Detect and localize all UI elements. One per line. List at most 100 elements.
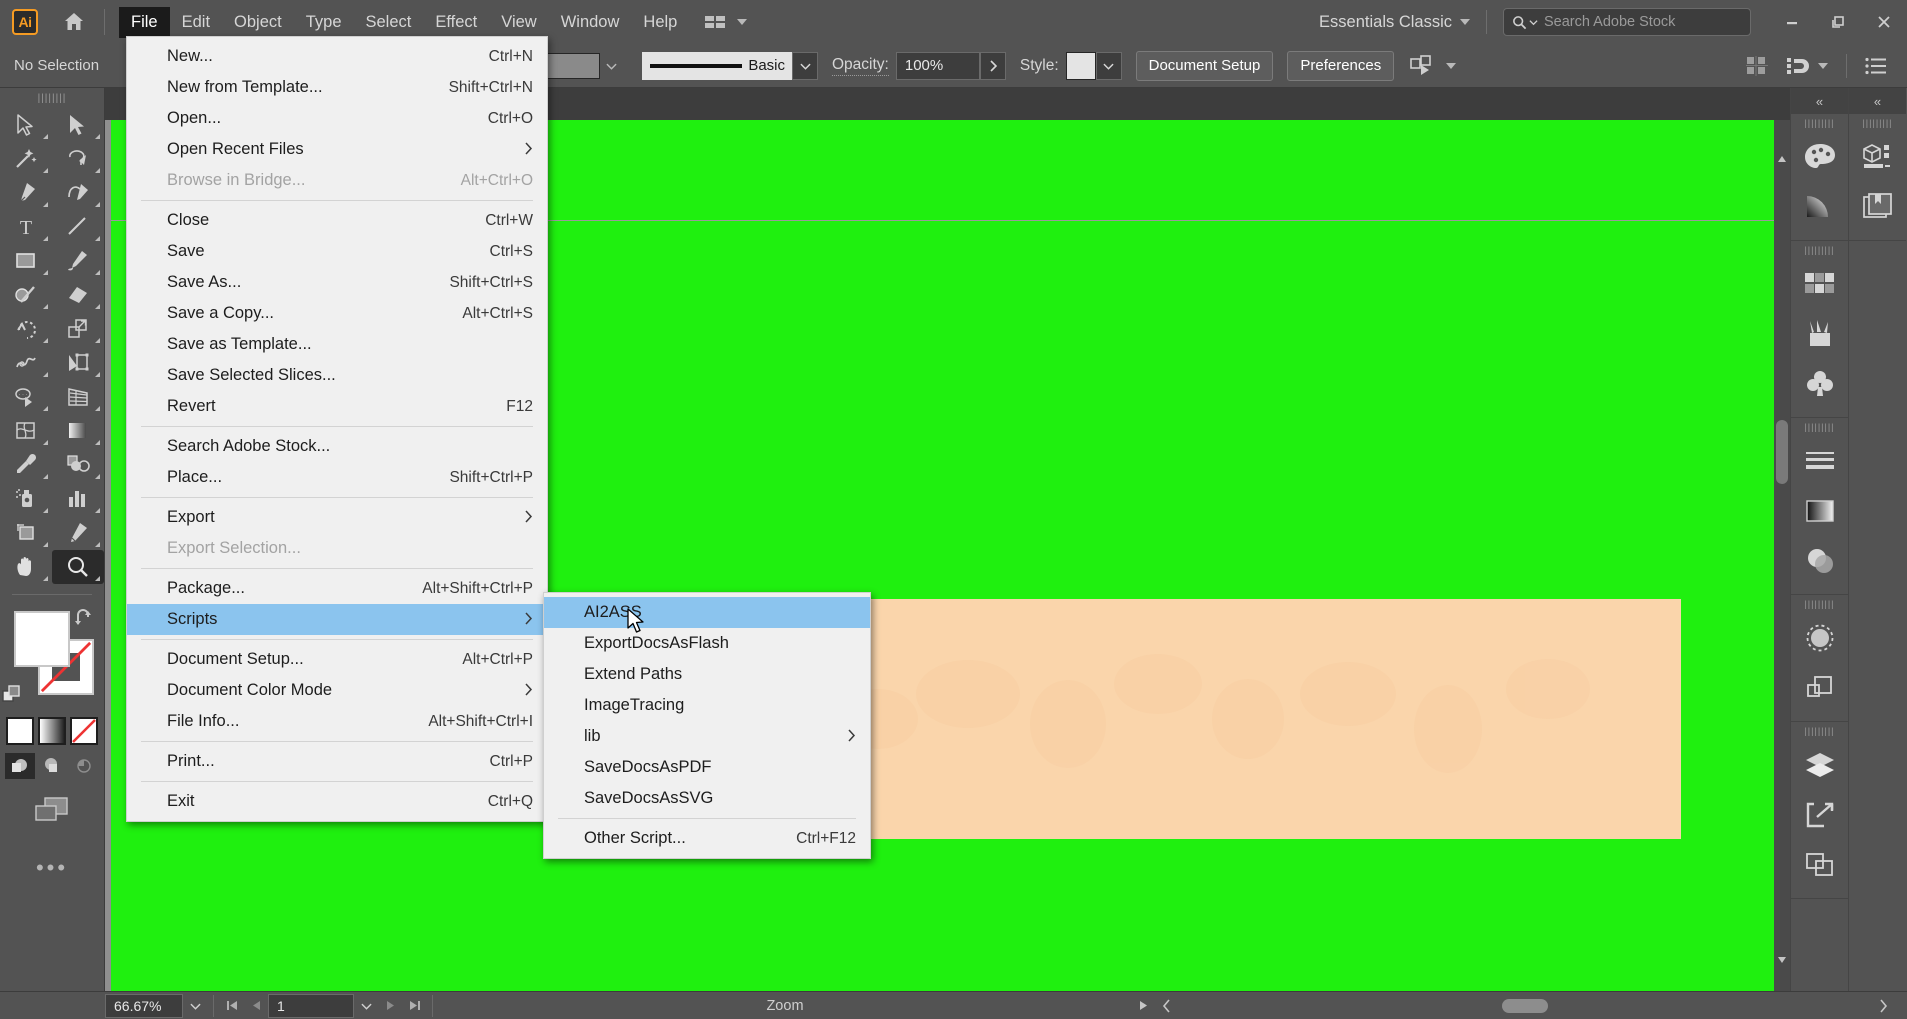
canvas-vertical-scrollbar[interactable] [1774,120,1790,991]
magic-wand-tool[interactable] [0,142,52,176]
width-tool[interactable] [0,346,52,380]
gradient-panel-icon[interactable] [1791,486,1848,536]
menu-item-export[interactable]: Export [127,502,547,533]
menu-item-imagetracing[interactable]: ImageTracing [544,690,870,721]
menu-item-savedocsassvg[interactable]: SaveDocsAsSVG [544,783,870,814]
menu-view[interactable]: View [489,7,548,38]
curvature-tool[interactable] [52,176,104,210]
minimize-button[interactable] [1769,5,1815,39]
links-panel-icon[interactable] [1791,840,1848,890]
menu-item-document-color-mode[interactable]: Document Color Mode [127,675,547,706]
menu-item-scripts[interactable]: Scripts [127,604,547,635]
draw-inside-button[interactable] [69,753,99,779]
rotate-tool[interactable] [0,312,52,346]
document-list-icon[interactable] [1865,57,1887,75]
workspace-switcher-label[interactable]: Essentials Classic [1319,13,1452,32]
document-setup-button[interactable]: Document Setup [1135,50,1274,81]
menu-item-search-adobe-stock[interactable]: Search Adobe Stock... [127,431,547,462]
lasso-tool[interactable] [52,142,104,176]
select-similar-objects-button[interactable] [1410,54,1457,77]
workspace-dropdown-caret-icon[interactable] [1460,19,1470,25]
transparency-panel-icon[interactable] [1791,536,1848,586]
layers-panel-icon[interactable] [1791,740,1848,790]
status-collapse-button[interactable] [1155,994,1179,1018]
free-transform-tool[interactable] [52,346,104,380]
pen-tool[interactable] [0,176,52,210]
color-panel-icon[interactable] [1791,132,1848,182]
dock-grip-2[interactable]: ||||||||| [1791,241,1848,259]
type-tool[interactable]: T [0,210,52,244]
menu-item-save-a-copy[interactable]: Save a Copy... Alt+Ctrl+S [127,298,547,329]
menu-item-save-as[interactable]: Save As... Shift+Ctrl+S [127,267,547,298]
scroll-up-arrow-icon[interactable] [1774,150,1790,168]
stroke-profile-dropdown-button[interactable] [792,51,818,80]
snap-to-glyph-icon[interactable] [1786,56,1810,76]
symbol-sprayer-tool[interactable] [0,482,52,516]
menu-item-new-from-template[interactable]: New from Template... Shift+Ctrl+N [127,72,547,103]
artboard-dropdown-caret-icon[interactable] [354,994,378,1018]
menu-item-ai2ass[interactable]: AI2ASS [544,597,870,628]
file-menu-dropdown[interactable]: New... Ctrl+N New from Template... Shift+Ct… [126,36,548,822]
fill-dropdown-caret-icon[interactable] [600,53,622,79]
draw-normal-button[interactable] [5,753,35,779]
graphic-style-swatch[interactable] [1065,51,1096,80]
menu-item-savedocsaspdf[interactable]: SaveDocsAsPDF [544,752,870,783]
menu-edit[interactable]: Edit [170,7,222,38]
mesh-tool[interactable] [0,414,52,448]
select-similar-caret-icon[interactable] [1446,62,1457,69]
menu-item-file-info[interactable]: File Info... Alt+Shift+Ctrl+I [127,706,547,737]
rectangle-tool[interactable] [0,244,52,278]
collapse-panels-left-button[interactable]: « [1791,88,1848,114]
shaper-tool[interactable] [0,278,52,312]
menu-item-extend-paths[interactable]: Extend Paths [544,659,870,690]
eraser-tool[interactable] [52,278,104,312]
toolbar-overflow-button[interactable]: ••• [0,855,104,881]
swap-fill-stroke-icon[interactable] [74,607,96,632]
maximize-button[interactable] [1815,5,1861,39]
close-button[interactable] [1861,5,1907,39]
dock-grip-5[interactable]: ||||||||| [1791,722,1848,740]
shape-builder-tool[interactable]: · · · [0,380,52,414]
default-fill-stroke-icon[interactable] [2,684,24,711]
artboard-tool[interactable] [0,516,52,550]
toolbar-grip[interactable]: |||||||| [0,88,104,108]
preferences-button[interactable]: Preferences [1287,50,1395,81]
none-fill-button[interactable] [70,717,98,745]
menu-item-package[interactable]: Package... Alt+Shift+Ctrl+P [127,573,547,604]
menu-item-close[interactable]: Close Ctrl+W [127,205,547,236]
home-icon[interactable] [60,8,88,36]
eyedropper-tool[interactable] [0,448,52,482]
menu-window[interactable]: Window [549,7,632,38]
graphic-style-dropdown-button[interactable] [1095,51,1122,80]
scroll-down-arrow-icon[interactable] [1774,951,1790,969]
menu-item-exit[interactable]: Exit Ctrl+Q [127,786,547,817]
selection-tool[interactable] [0,108,52,142]
paintbrush-tool[interactable] [52,244,104,278]
libraries-panel-icon[interactable] [1849,182,1906,232]
menu-item-save[interactable]: Save Ctrl+S [127,236,547,267]
color-fill-button[interactable] [6,717,34,745]
fill-swatch[interactable] [14,611,70,667]
menu-item-open-recent-files[interactable]: Open Recent Files [127,134,547,165]
dock-grip[interactable]: ||||||||| [1791,114,1848,132]
previous-artboard-button[interactable] [244,994,268,1018]
status-menu-button[interactable] [1131,994,1155,1018]
dock-grip-r1[interactable]: ||||||||| [1849,114,1906,132]
align-panel-icon[interactable] [1746,55,1768,76]
screen-mode-button[interactable] [0,793,104,827]
app-logo-icon[interactable]: Ai [12,9,38,35]
stroke-panel-icon[interactable] [1791,436,1848,486]
brushes-panel-icon[interactable] [1791,309,1848,359]
menu-item-other-script[interactable]: Other Script... Ctrl+F12 [544,823,870,854]
artboard-number-input[interactable]: 1 [268,993,354,1018]
snap-caret-icon[interactable] [1818,62,1828,69]
menu-item-print[interactable]: Print... Ctrl+P [127,746,547,777]
scripts-submenu[interactable]: AI2ASS ExportDocsAsFlash Extend Paths Image… [543,592,871,859]
next-artboard-button[interactable] [378,994,402,1018]
opacity-input[interactable]: 100% [895,51,980,80]
last-artboard-button[interactable] [402,994,426,1018]
column-graph-tool[interactable] [52,482,104,516]
hand-tool[interactable] [0,550,52,584]
menu-item-document-setup[interactable]: Document Setup... Alt+Ctrl+P [127,644,547,675]
color-guide-panel-icon[interactable] [1791,182,1848,232]
